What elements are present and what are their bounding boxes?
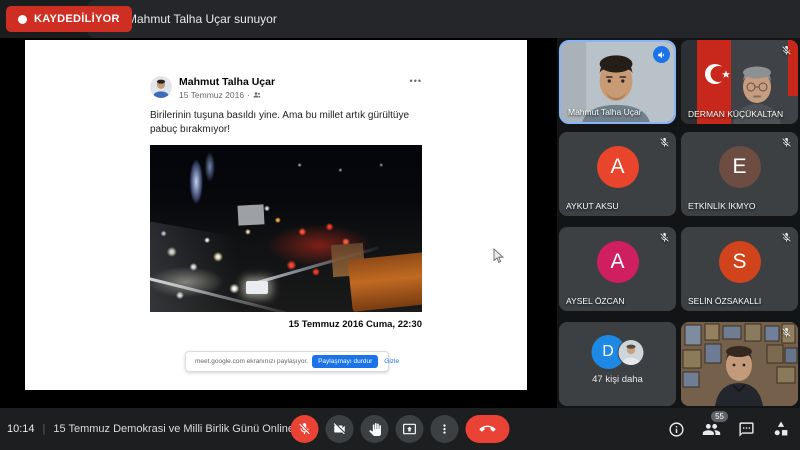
- friends-icon: [253, 91, 261, 99]
- top-bar: Mahmut Talha Uçar sunuyor KAYDEDİLİYOR: [0, 0, 800, 38]
- people-icon: [702, 420, 721, 439]
- mic-muted-icon: [781, 232, 792, 243]
- post-photo-caption: 15 Temmuz 2016 Cuma, 22:30: [150, 319, 422, 330]
- mic-toggle-button-muted[interactable]: [291, 415, 319, 443]
- record-dot-icon: [18, 15, 27, 24]
- more-participants-label: 47 kişi daha: [559, 374, 676, 385]
- post-author-name: Mahmut Talha Uçar: [179, 76, 410, 88]
- post-menu-icon: •••: [410, 76, 422, 86]
- raise-hand-button[interactable]: [361, 415, 389, 443]
- post-date-text: 15 Temmuz 2016: [179, 90, 244, 100]
- photo-van: [246, 281, 268, 294]
- mic-muted-icon: [659, 137, 670, 148]
- post-author-avatar: [150, 76, 172, 98]
- mouse-cursor: [493, 248, 504, 264]
- mic-muted-icon: [781, 45, 792, 56]
- post-photo-night-traffic: [150, 145, 422, 312]
- dot-separator: ·: [247, 90, 250, 100]
- recording-badge: KAYDEDİLİYOR: [6, 6, 132, 32]
- bottom-control-bar: 10:14 | 15 Temmuz Demokrasi ve Milli Bir…: [0, 408, 800, 450]
- raise-hand-icon: [368, 423, 381, 436]
- end-call-icon: [480, 421, 496, 437]
- participant-name: SELİN ÖZSAKALLI: [688, 296, 761, 306]
- info-icon: [668, 421, 685, 438]
- mic-muted-icon: [298, 422, 312, 436]
- more-options-icon: [438, 422, 452, 436]
- avatar-initial: A: [610, 250, 624, 274]
- meeting-info: 10:14 | 15 Temmuz Demokrasi ve Milli Bir…: [7, 408, 293, 450]
- participants-sidebar: Mahmut Talha Uçar: [557, 38, 800, 408]
- avatar-initial: A: [610, 155, 624, 179]
- participant-name: AYKUT AKSU: [566, 201, 619, 211]
- audio-speaking-indicator: [653, 46, 670, 63]
- share-message: meet.google.com ekranınızı paylaşıyor.: [195, 358, 308, 365]
- video-tile-aykut-aksu[interactable]: A AYKUT AKSU: [559, 132, 676, 216]
- video-tile-selin-ozsakalli[interactable]: S SELİN ÖZSAKALLI: [681, 227, 798, 311]
- chat-icon: [738, 421, 755, 438]
- participant-name: DERMAN KÜÇÜKALTAN: [688, 109, 783, 119]
- clock-time: 10:14: [7, 423, 35, 435]
- present-screen-button[interactable]: [396, 415, 424, 443]
- avatar: A: [597, 146, 639, 188]
- video-tile-mahmut-talha-ucar[interactable]: Mahmut Talha Uçar: [559, 40, 676, 124]
- activities-icon: [772, 420, 790, 438]
- participant-name: ETKİNLİK İKMYO: [688, 201, 756, 211]
- shared-screen-stage: Mahmut Talha Uçar 15 Temmuz 2016 · ••• B…: [0, 38, 557, 408]
- screen-share-bar: meet.google.com ekranınızı paylaşıyor. P…: [185, 351, 389, 372]
- mic-muted-icon: [781, 137, 792, 148]
- participant-count-badge: 55: [711, 411, 728, 423]
- mic-muted-icon: [659, 232, 670, 243]
- avatar: S: [719, 241, 761, 283]
- avatar: A: [597, 241, 639, 283]
- recording-label: KAYDEDİLİYOR: [34, 13, 120, 25]
- call-controls: [291, 415, 510, 443]
- more-options-button[interactable]: [431, 415, 459, 443]
- avatar: E: [719, 146, 761, 188]
- presenter-chip: Mahmut Talha Uçar sunuyor: [86, 0, 800, 38]
- speaker-icon: [657, 50, 667, 60]
- meeting-details-button[interactable]: [668, 421, 685, 438]
- post-text: Birilerinin tuşuna basıldı yine. Ama bu …: [150, 109, 422, 137]
- overflow-avatars: D: [591, 335, 644, 369]
- meeting-title: 15 Temmuz Demokrasi ve Milli Birlik Günü…: [53, 423, 293, 435]
- facebook-post: Mahmut Talha Uçar 15 Temmuz 2016 · ••• B…: [150, 76, 422, 330]
- photo-road: [150, 220, 288, 312]
- avatar-initial: S: [732, 250, 746, 274]
- mic-muted-icon: [781, 327, 792, 338]
- photo-truck-trailer: [237, 204, 264, 225]
- activities-panel-button[interactable]: [772, 420, 790, 438]
- meeting-panels: 55: [668, 408, 790, 450]
- video-tile-aysel-ozcan[interactable]: A AYSEL ÖZCAN: [559, 227, 676, 311]
- stop-sharing-button[interactable]: Paylaşmayı durdur: [312, 355, 378, 368]
- separator: |: [43, 423, 46, 435]
- video-tile-participant[interactable]: [681, 322, 798, 406]
- video-tile-etkinlik-ikmyo[interactable]: E ETKİNLİK İKMYO: [681, 132, 798, 216]
- end-call-button[interactable]: [466, 415, 510, 443]
- post-header: Mahmut Talha Uçar 15 Temmuz 2016 · •••: [150, 76, 422, 100]
- chat-panel-button[interactable]: [738, 421, 755, 438]
- camera-toggle-button-off[interactable]: [326, 415, 354, 443]
- avatar-photo: [617, 339, 644, 366]
- participants-panel-button[interactable]: 55: [702, 420, 721, 439]
- video-tile-derman-kucukaltan[interactable]: DERMAN KÜÇÜKALTAN: [681, 40, 798, 124]
- post-date: 15 Temmuz 2016 ·: [179, 90, 410, 100]
- presenter-label: Mahmut Talha Uçar sunuyor: [127, 12, 277, 26]
- present-screen-icon: [403, 422, 417, 436]
- overflow-participants-tile[interactable]: D 47 kişi daha: [559, 322, 676, 406]
- camera-off-icon: [333, 422, 347, 436]
- participant-name: Mahmut Talha Uçar: [568, 107, 642, 117]
- photo-orange-truck: [347, 252, 422, 312]
- post-meta: Mahmut Talha Uçar 15 Temmuz 2016 ·: [179, 76, 410, 100]
- participant-name: AYSEL ÖZCAN: [566, 296, 625, 306]
- avatar-initial: D: [602, 343, 614, 361]
- presentation-slide: Mahmut Talha Uçar 15 Temmuz 2016 · ••• B…: [25, 40, 527, 390]
- hide-share-bar-button[interactable]: Gizle: [384, 358, 399, 365]
- meet-window: Mahmut Talha Uçar sunuyor KAYDEDİLİYOR M…: [0, 0, 800, 450]
- avatar-initial: E: [732, 155, 746, 179]
